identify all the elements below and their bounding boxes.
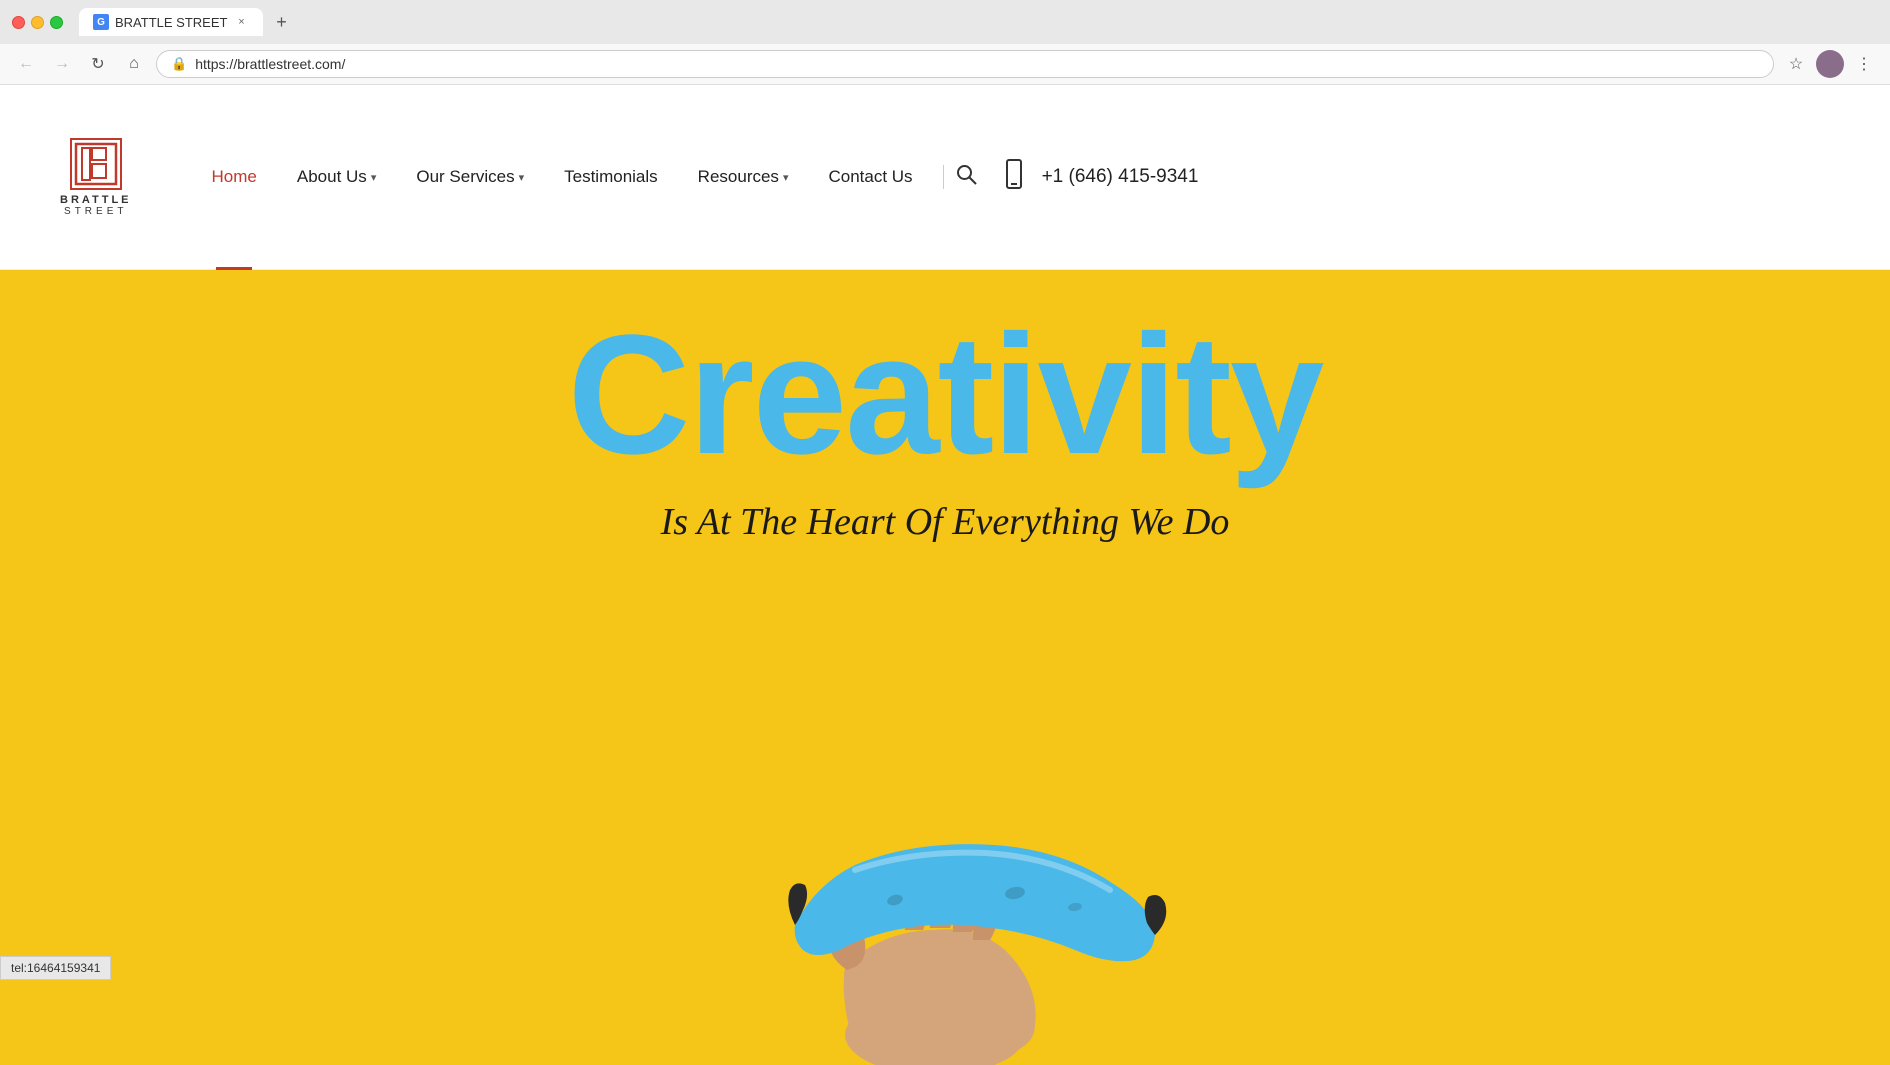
active-tab[interactable]: G BRATTLE STREET ×: [79, 8, 263, 36]
close-button[interactable]: [12, 16, 25, 29]
nav-item-resources[interactable]: Resources ▾: [678, 85, 809, 270]
nav-resources-label: Resources: [698, 167, 779, 187]
url-text: https://brattlestreet.com/: [195, 56, 1759, 72]
hero-title: Creativity: [568, 310, 1323, 480]
mobile-phone-icon: [998, 158, 1030, 190]
nav-item-services[interactable]: Our Services ▾: [396, 85, 544, 270]
minimize-button[interactable]: [31, 16, 44, 29]
nav-testimonials-label: Testimonials: [564, 167, 658, 187]
search-icon: [954, 162, 978, 186]
nav-item-about[interactable]: About Us ▾: [277, 85, 396, 270]
nav-services-label: Our Services: [416, 167, 514, 187]
browser-titlebar: G BRATTLE STREET × +: [0, 0, 1890, 44]
status-bar: tel:16464159341: [0, 956, 111, 980]
logo-text-line1: BRATTLE: [60, 194, 132, 206]
site-header: BRATTLE STREET Home About Us ▾ Our Servi…: [0, 85, 1890, 270]
nav-contact-label: Contact Us: [828, 167, 912, 187]
logo-svg: [74, 142, 118, 186]
tab-close-button[interactable]: ×: [233, 14, 249, 30]
phone-area: +1 (646) 415-9341: [998, 158, 1199, 197]
toolbar-right: ☆ ⋮: [1782, 50, 1878, 78]
search-button[interactable]: [954, 162, 978, 192]
phone-number[interactable]: +1 (646) 415-9341: [1042, 166, 1199, 188]
services-dropdown-icon: ▾: [519, 171, 525, 184]
back-button[interactable]: ←: [12, 50, 40, 78]
resources-dropdown-icon: ▾: [783, 171, 789, 184]
menu-button[interactable]: ⋮: [1850, 50, 1878, 78]
new-tab-button[interactable]: +: [267, 8, 295, 36]
logo-text-line2: STREET: [64, 206, 127, 217]
maximize-button[interactable]: [50, 16, 63, 29]
logo-icon: [70, 138, 122, 190]
main-nav: Home About Us ▾ Our Services ▾ Testimoni…: [192, 85, 1830, 270]
hero-section: Creativity Is At The Heart Of Everything…: [0, 270, 1890, 1065]
nav-item-contact[interactable]: Contact Us: [808, 85, 932, 270]
hero-illustration: [695, 645, 1195, 1065]
website-content: BRATTLE STREET Home About Us ▾ Our Servi…: [0, 85, 1890, 1065]
browser-toolbar: ← → ↻ ⌂ 🔒 https://brattlestreet.com/ ☆ ⋮: [0, 44, 1890, 85]
phone-icon: [998, 158, 1030, 197]
nav-about-label: About Us: [297, 167, 367, 187]
address-bar[interactable]: 🔒 https://brattlestreet.com/: [156, 50, 1774, 78]
lock-icon: 🔒: [171, 56, 187, 72]
nav-right: +1 (646) 415-9341: [954, 158, 1199, 197]
nav-home-label: Home: [212, 167, 257, 187]
tab-favicon: G: [93, 14, 109, 30]
nav-separator: [943, 165, 944, 189]
browser-chrome: G BRATTLE STREET × + ← → ↻ ⌂ 🔒 https://b…: [0, 0, 1890, 85]
forward-button[interactable]: →: [48, 50, 76, 78]
tab-title: BRATTLE STREET: [115, 15, 227, 30]
tab-bar: G BRATTLE STREET × +: [79, 8, 295, 36]
banana-illustration: [695, 645, 1195, 1065]
home-button[interactable]: ⌂: [120, 50, 148, 78]
hero-subtitle: Is At The Heart Of Everything We Do: [661, 500, 1230, 544]
traffic-lights: [12, 16, 63, 29]
status-text: tel:16464159341: [11, 961, 100, 975]
nav-item-home[interactable]: Home: [192, 85, 277, 270]
profile-avatar[interactable]: [1816, 50, 1844, 78]
reload-button[interactable]: ↻: [84, 50, 112, 78]
about-dropdown-icon: ▾: [371, 171, 377, 184]
nav-item-testimonials[interactable]: Testimonials: [544, 85, 678, 270]
bookmark-star-button[interactable]: ☆: [1782, 50, 1810, 78]
logo-area[interactable]: BRATTLE STREET: [60, 138, 132, 217]
